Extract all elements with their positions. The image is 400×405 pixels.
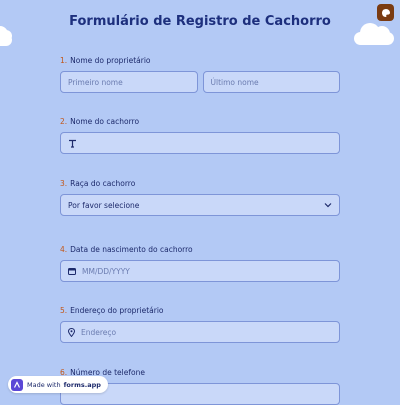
- calendar-icon: [68, 267, 76, 275]
- made-with-badge[interactable]: Made with forms.app: [8, 376, 108, 393]
- last-name-input[interactable]: Último nome: [202, 71, 340, 93]
- field-label: 5. Endereço do proprietário: [60, 306, 340, 315]
- field-birth-date: 4. Data de nascimento do cachorro MM/DD/…: [60, 245, 340, 282]
- brand-name: forms.app: [63, 380, 101, 389]
- breed-select[interactable]: Por favor selecione: [60, 194, 340, 216]
- field-number: 2.: [60, 117, 68, 126]
- chevron-down-icon: [324, 202, 332, 208]
- address-input[interactable]: Endereço: [60, 321, 340, 343]
- field-label: 4. Data de nascimento do cachorro: [60, 245, 340, 254]
- breed-selected-value: Por favor selecione: [68, 200, 140, 210]
- field-label: 3. Raça do cachorro: [60, 179, 340, 188]
- field-label-text: Endereço do proprietário: [70, 306, 164, 315]
- field-label-text: Nome do cachorro: [70, 117, 140, 126]
- dog-name-input[interactable]: [60, 132, 340, 154]
- field-label-text: Nome do proprietário: [70, 56, 151, 65]
- field-owner-name: 1. Nome do proprietário Primeiro nome Úl…: [60, 56, 340, 93]
- field-number: 5.: [60, 306, 68, 315]
- text-icon: [68, 139, 77, 148]
- field-label-text: Raça do cachorro: [70, 179, 136, 188]
- birth-date-placeholder: MM/DD/YYYY: [82, 266, 130, 276]
- field-label: 2. Nome do cachorro: [60, 117, 340, 126]
- field-number: 1.: [60, 56, 68, 65]
- made-with-text: Made with: [27, 380, 61, 389]
- last-name-placeholder: Último nome: [210, 77, 259, 87]
- address-placeholder: Endereço: [81, 327, 117, 337]
- forms-app-logo-icon: [11, 378, 23, 391]
- location-pin-icon: [68, 327, 75, 337]
- first-name-input[interactable]: Primeiro nome: [60, 71, 198, 93]
- birth-date-input[interactable]: MM/DD/YYYY: [60, 260, 340, 282]
- field-number: 3.: [60, 179, 68, 188]
- field-label: 1. Nome do proprietário: [60, 56, 340, 65]
- field-number: 4.: [60, 245, 68, 254]
- field-dog-name: 2. Nome do cachorro: [60, 117, 340, 154]
- first-name-placeholder: Primeiro nome: [68, 77, 123, 87]
- cloud-decoration-right: [354, 23, 394, 45]
- form-title: Formulário de Registro de Cachorro: [69, 14, 331, 29]
- field-breed: 3. Raça do cachorro Por favor selecione: [60, 179, 340, 216]
- field-label-text: Data de nascimento do cachorro: [70, 245, 193, 254]
- cloud-decoration-left: [0, 26, 12, 46]
- field-address: 5. Endereço do proprietário Endereço: [60, 306, 340, 343]
